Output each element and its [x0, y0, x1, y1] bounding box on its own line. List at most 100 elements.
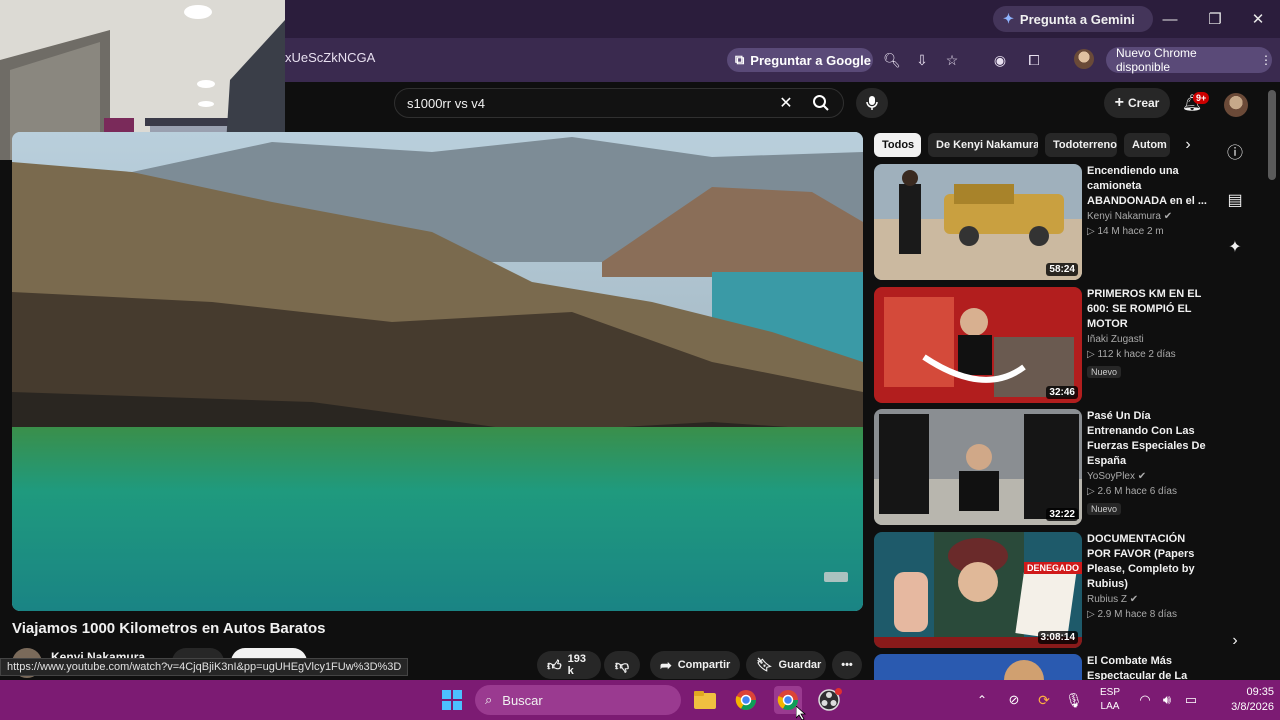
windows-start-icon[interactable] [438, 686, 466, 714]
rec-title: El Combate Más Espectacular de La [1087, 655, 1188, 680]
chat-icon[interactable]: ▤ [1224, 189, 1246, 211]
new-badge: Nuevo [1087, 503, 1122, 515]
save-button[interactable]: 🔖︎ Guardar [746, 651, 826, 679]
chrome-update-button[interactable]: Nuevo Chrome disponible ⋮ [1106, 46, 1272, 74]
more-horiz-icon: ••• [841, 659, 853, 671]
recording-dot [835, 688, 842, 695]
profile-avatar[interactable] [1074, 49, 1094, 69]
gemini-button[interactable]: ✦ Pregunta a Gemini [993, 6, 1153, 32]
scrollbar-thumb[interactable] [1268, 90, 1276, 180]
taskbar-search-input[interactable]: ⌕ Buscar [475, 685, 681, 715]
chevron-right-icon[interactable]: › [1178, 135, 1198, 155]
search-icon [813, 95, 829, 111]
duration-badge: 58:24 [1046, 263, 1078, 276]
microphone-icon [866, 96, 878, 110]
install-app-icon[interactable]: ⇩ [912, 50, 932, 70]
plus-icon: + [1114, 94, 1124, 111]
thumbs-up-icon: 👍︎ [547, 656, 562, 673]
rec-title: PRIMEROS KM EN EL 600: SE ROMPIÓ EL MOTO… [1087, 288, 1202, 330]
video-frame-image [12, 132, 863, 611]
rec-meta: ▷ 2.6 M hace 6 días [1087, 486, 1177, 497]
search-query-text: s1000rr vs v4 [407, 95, 486, 111]
chevron-right-icon[interactable]: › [1224, 630, 1246, 652]
sparkle-icon[interactable]: ✦ [1224, 236, 1246, 258]
tray-app-icon[interactable]: ⊘ [1000, 686, 1028, 714]
rec-channel-name: YoSoyPlex [1087, 471, 1135, 482]
chip-todos[interactable]: Todos [874, 133, 921, 157]
share-button[interactable]: ➦ Compartir [650, 651, 740, 679]
rec-channel: Kenyi Nakamura ✔ [1087, 209, 1212, 224]
rec-thumbnail[interactable]: DENEGADO 3:08:14 [874, 532, 1082, 648]
rec-info[interactable]: DOCUMENTACIÓN POR FAVOR (Papers Please, … [1087, 532, 1212, 622]
keyboard-layout: LAA [1100, 701, 1120, 712]
bookmark-icon: 🔖︎ [756, 657, 773, 672]
rec-channel-name: Rubius Z [1087, 594, 1128, 605]
mouse-cursor-icon [796, 706, 806, 720]
dislike-button[interactable]: 👎︎ [604, 651, 640, 679]
chrome-logo-icon [735, 690, 756, 710]
windows-logo-icon [442, 690, 462, 710]
more-actions-button[interactable]: ••• [832, 651, 862, 679]
rec-channel: Iñaki Zugasti [1087, 334, 1144, 345]
bookmark-star-icon[interactable]: ☆ [942, 50, 962, 70]
battery-icon[interactable]: ▭ [1177, 686, 1205, 714]
info-icon[interactable]: ⓘ [1224, 140, 1246, 162]
minimize-button[interactable]: — [1150, 6, 1190, 32]
language-code: ESP [1099, 687, 1120, 698]
extension-owl-icon[interactable]: ◉ [990, 50, 1010, 70]
clock-time: 09:35 [1246, 686, 1274, 698]
rec-title: DOCUMENTACIÓN POR FAVOR (Papers Please, … [1087, 533, 1195, 590]
rec-meta: ▷ 112 k hace 2 días [1087, 349, 1176, 360]
link-status-bar: https://www.youtube.com/watch?v=4CjqBjiK… [0, 658, 409, 676]
language-indicator[interactable]: ESP LAA [1094, 686, 1126, 714]
ask-google-label: Preguntar a Google [750, 52, 871, 68]
taskbar-clock[interactable]: 09:35 3/8/2026 [1212, 685, 1274, 715]
rec-title: Encendiendo una camioneta ABANDONADA en … [1087, 165, 1207, 207]
voice-search-button[interactable] [856, 88, 888, 118]
like-button[interactable]: 👍︎ 193 k [537, 651, 601, 679]
maximize-button[interactable]: ❐ [1195, 6, 1235, 32]
chip-de-kenyi[interactable]: De Kenyi Nakamura [928, 133, 1038, 157]
chip-autom[interactable]: Autom [1124, 133, 1170, 157]
zoom-icon[interactable]: 🔍︎ [882, 50, 902, 70]
kebab-menu-icon: ⋮ [1260, 53, 1272, 67]
verified-icon: ✔ [1129, 594, 1139, 605]
rec-meta: ▷ 2.9 M hace 8 días [1087, 609, 1177, 620]
sync-icon[interactable]: ⟳ [1030, 686, 1058, 714]
thumbnail-stamp-text: DENEGADO [1024, 562, 1082, 574]
account-avatar[interactable] [1224, 93, 1248, 117]
search-button[interactable] [806, 91, 836, 115]
rec-thumbnail[interactable]: 32:22 [874, 409, 1082, 525]
duration-badge: 32:22 [1046, 508, 1078, 521]
rec-channel: YoSoyPlex ✔ [1087, 469, 1212, 484]
ask-google-button[interactable]: ⧉ Preguntar a Google [727, 48, 873, 72]
duration-badge: 3:08:14 [1037, 631, 1078, 644]
thumbs-down-icon: 👎︎ [614, 656, 630, 673]
file-explorer-icon[interactable] [691, 686, 719, 714]
rec-info[interactable]: PRIMEROS KM EN EL 600: SE ROMPIÓ EL MOTO… [1087, 287, 1212, 380]
clear-search-icon[interactable]: ✕ [776, 93, 796, 113]
verified-icon: ✔ [1163, 211, 1173, 222]
rec-thumbnail[interactable] [874, 654, 1082, 680]
rec-thumbnail[interactable]: 58:24 [874, 164, 1082, 280]
microphone-icon[interactable]: 🎙︎ [1060, 686, 1088, 714]
rec-meta: ▷ 14 M hace 2 m [1087, 226, 1164, 237]
chrome-icon[interactable] [732, 686, 760, 714]
rec-title: Pasé Un Día Entrenando Con Las Fuerzas E… [1087, 410, 1206, 467]
rec-thumbnail[interactable]: 32:46 [874, 287, 1082, 403]
chip-todoterreno[interactable]: Todoterreno [1045, 133, 1117, 157]
save-label: Guardar [778, 659, 822, 671]
notification-count-badge: 9+ [1193, 92, 1210, 104]
video-title: Viajamos 1000 Kilometros en Autos Barato… [12, 620, 326, 637]
close-window-button[interactable]: ✕ [1238, 6, 1278, 32]
create-button[interactable]: + Crear [1104, 88, 1170, 118]
rec-channel: Rubius Z ✔ [1087, 592, 1212, 607]
extensions-puzzle-icon[interactable]: ⧠ [1024, 50, 1044, 70]
chevron-up-icon[interactable]: ⌃ [968, 686, 996, 714]
rec-info[interactable]: El Combate Más Espectacular de La [1087, 654, 1212, 680]
url-text[interactable]: xUeScZkNCGA [285, 50, 375, 65]
video-player[interactable] [12, 132, 863, 611]
rec-info[interactable]: Pasé Un Día Entrenando Con Las Fuerzas E… [1087, 409, 1212, 517]
lens-icon: ⧉ [735, 52, 745, 67]
rec-info[interactable]: Encendiendo una camioneta ABANDONADA en … [1087, 164, 1212, 239]
